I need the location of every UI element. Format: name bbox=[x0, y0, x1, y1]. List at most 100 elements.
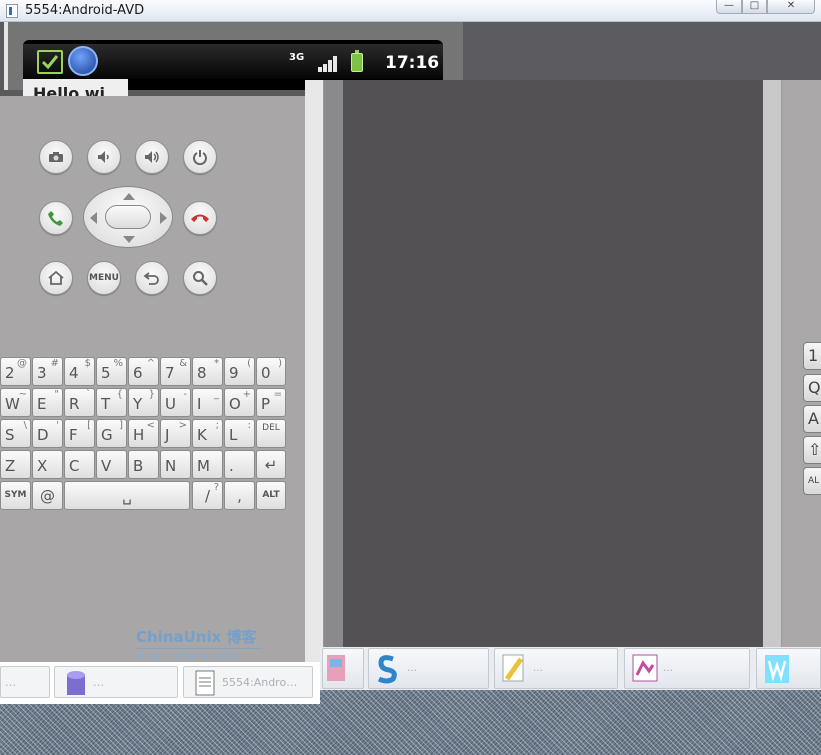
key-label: 9 bbox=[229, 364, 239, 382]
space-key[interactable]: ␣ bbox=[64, 481, 190, 510]
key-2-4[interactable]: H < bbox=[128, 419, 159, 448]
key-1-2[interactable]: R ` bbox=[64, 388, 95, 417]
key-3-4[interactable]: B bbox=[128, 450, 159, 479]
key-shift-label: ] bbox=[119, 420, 123, 431]
right-key-4[interactable]: AL bbox=[803, 467, 821, 495]
signal-icon bbox=[318, 56, 338, 72]
back-button[interactable] bbox=[135, 261, 169, 295]
key-1-8[interactable]: P = bbox=[256, 388, 286, 417]
taskbar-item-emulator[interactable]: 5554:Andro… bbox=[183, 666, 313, 698]
menu-button[interactable]: MENU bbox=[87, 261, 121, 295]
key-shift-label: \ bbox=[23, 420, 27, 431]
right-key-2[interactable]: A bbox=[803, 405, 821, 433]
maximize-button[interactable]: □ bbox=[742, 0, 767, 14]
key-2-3[interactable]: G] bbox=[96, 419, 127, 448]
end-call-button[interactable] bbox=[183, 201, 217, 235]
key-label: I bbox=[197, 395, 202, 413]
dpad[interactable] bbox=[83, 186, 173, 248]
right-key-3[interactable]: ⇧ bbox=[803, 436, 821, 464]
key-0-3[interactable]: 5% bbox=[96, 357, 127, 386]
taskbar2-item-3[interactable]: … bbox=[494, 648, 618, 689]
key-1-7[interactable]: O + bbox=[224, 388, 255, 417]
key-label: G bbox=[101, 426, 113, 444]
key-3-3[interactable]: V bbox=[96, 450, 127, 479]
alt-key[interactable]: ALT bbox=[256, 481, 286, 510]
at-key[interactable]: @ bbox=[32, 481, 63, 510]
key-1-1[interactable]: E " bbox=[32, 388, 63, 417]
minimize-button[interactable]: — bbox=[716, 0, 742, 14]
key-1-0[interactable]: W ~ bbox=[0, 388, 31, 417]
home-button[interactable] bbox=[39, 261, 73, 295]
key-2-1[interactable]: D ' bbox=[32, 419, 63, 448]
taskbar-item-label: … bbox=[5, 676, 16, 689]
key-2-2[interactable]: F[ bbox=[64, 419, 95, 448]
key-shift-label: [ bbox=[87, 420, 91, 431]
taskbar-item-label: … bbox=[533, 663, 543, 674]
key-label: SYM bbox=[4, 490, 27, 500]
key-0-5[interactable]: 7 & bbox=[160, 357, 191, 386]
key-3-7[interactable]: . bbox=[224, 450, 255, 479]
volume-down-button[interactable] bbox=[87, 140, 121, 174]
dpad-up-icon[interactable] bbox=[123, 193, 135, 200]
slash-key[interactable]: /? bbox=[192, 481, 223, 510]
key-0-0[interactable]: 2 @ bbox=[0, 357, 31, 386]
checkmark-notification-icon bbox=[37, 50, 63, 74]
key-1-4[interactable]: Y} bbox=[128, 388, 159, 417]
key-0-8[interactable]: 0) bbox=[256, 357, 286, 386]
taskbar2-item-4[interactable]: … bbox=[624, 648, 750, 689]
key-0-6[interactable]: 8 * bbox=[192, 357, 223, 386]
dpad-center-button[interactable] bbox=[105, 205, 151, 229]
key-0-1[interactable]: 3 # bbox=[32, 357, 63, 386]
key-label: D bbox=[37, 426, 49, 444]
key-3-6[interactable]: M bbox=[192, 450, 223, 479]
key-1-5[interactable]: U- bbox=[160, 388, 191, 417]
key-3-1[interactable]: X bbox=[32, 450, 63, 479]
end-call-icon bbox=[191, 214, 209, 222]
key-2-7[interactable]: L: bbox=[224, 419, 255, 448]
key-3-8[interactable]: ↵ bbox=[256, 450, 286, 479]
taskbar2-item-2[interactable]: … bbox=[368, 648, 489, 689]
key-0-7[interactable]: 9( bbox=[224, 357, 255, 386]
key-label: P bbox=[261, 395, 271, 413]
second-emulator-screen bbox=[343, 80, 763, 647]
dpad-down-icon[interactable] bbox=[123, 236, 135, 243]
key-3-0[interactable]: Z bbox=[0, 450, 31, 479]
key-shift-label: < bbox=[146, 420, 155, 431]
key-1-6[interactable]: I _ bbox=[192, 388, 223, 417]
key-label: N bbox=[165, 457, 177, 475]
key-2-6[interactable]: K; bbox=[192, 419, 223, 448]
taskbar2-item-5[interactable] bbox=[756, 648, 821, 689]
key-3-2[interactable]: C bbox=[64, 450, 95, 479]
close-button[interactable]: ✕ bbox=[767, 0, 815, 14]
key-label: 0 bbox=[261, 364, 271, 382]
key-3-5[interactable]: N bbox=[160, 450, 191, 479]
comma-key[interactable]: , bbox=[224, 481, 255, 510]
taskbar-item-2[interactable]: … bbox=[54, 666, 178, 698]
dpad-right-icon[interactable] bbox=[160, 212, 167, 224]
key-2-8[interactable]: DEL bbox=[256, 419, 286, 448]
sym-key[interactable]: SYM bbox=[0, 481, 31, 510]
key-2-5[interactable]: J > bbox=[160, 419, 191, 448]
key-label: J bbox=[165, 426, 170, 444]
taskbar-item-1[interactable]: … bbox=[0, 666, 50, 698]
key-1-3[interactable]: T{ bbox=[96, 388, 127, 417]
camera-button[interactable] bbox=[39, 140, 73, 174]
right-key-1[interactable]: Q bbox=[803, 374, 821, 402]
key-label: X bbox=[37, 457, 48, 475]
center-strip bbox=[324, 80, 343, 650]
key-2-0[interactable]: S \ bbox=[0, 419, 31, 448]
key-label: Z bbox=[5, 457, 16, 475]
key-shift-label: ~ bbox=[18, 389, 27, 400]
key-0-2[interactable]: 4 $ bbox=[64, 357, 95, 386]
key-label: ↵ bbox=[264, 456, 278, 474]
key-label: K bbox=[197, 426, 207, 444]
search-button[interactable] bbox=[183, 261, 217, 295]
key-0-4[interactable]: 6 ^ bbox=[128, 357, 159, 386]
dpad-left-icon[interactable] bbox=[90, 212, 97, 224]
volume-up-button[interactable] bbox=[135, 140, 169, 174]
key-label: B bbox=[133, 457, 144, 475]
right-key-0[interactable]: 1 bbox=[803, 342, 821, 370]
call-button[interactable] bbox=[39, 201, 73, 235]
power-button[interactable] bbox=[183, 140, 217, 174]
taskbar2-item-1[interactable] bbox=[322, 648, 364, 689]
